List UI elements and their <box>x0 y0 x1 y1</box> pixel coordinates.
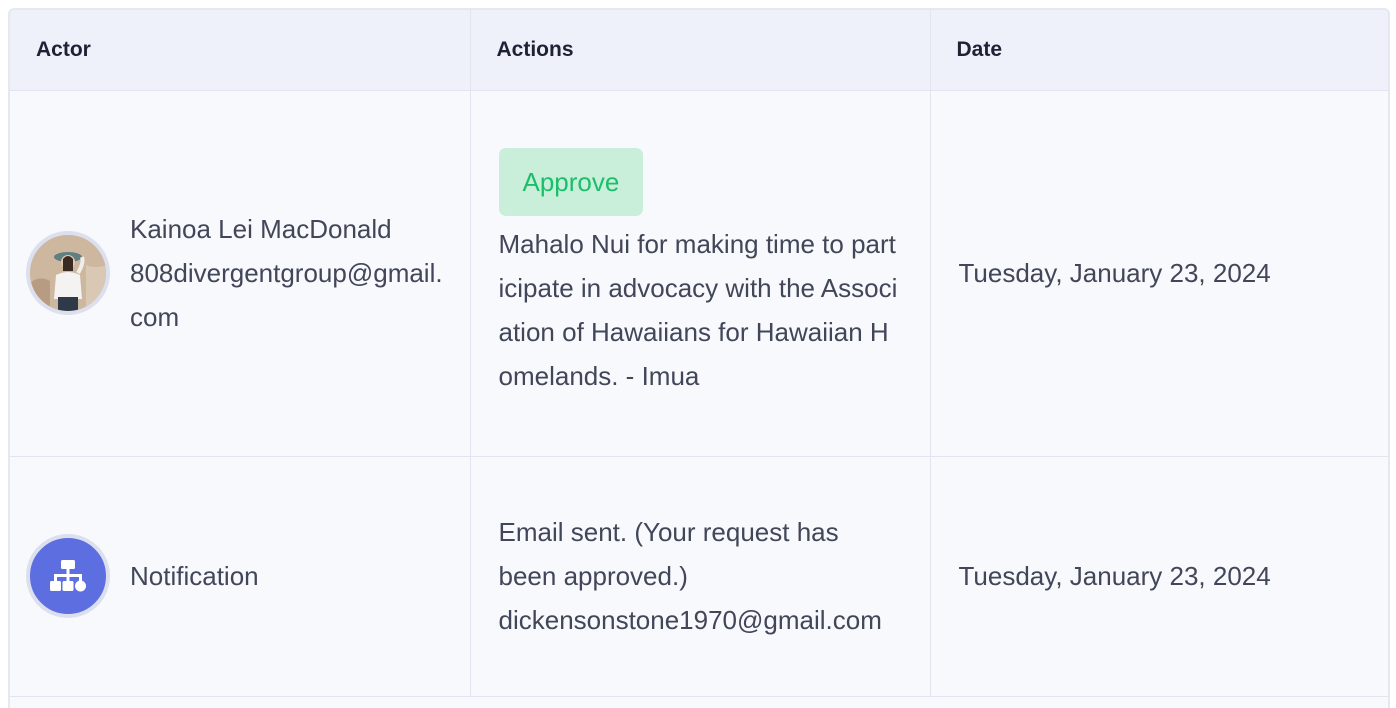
column-header-actor: Actor <box>10 10 471 91</box>
action-message: Mahalo Nui for making time to participat… <box>498 229 898 391</box>
activity-table: Actor Actions Date Kainoa Lei MacDonald … <box>10 10 1388 697</box>
approve-badge[interactable]: Approve <box>498 148 644 216</box>
avatar <box>26 534 110 618</box>
actions-cell: Approve Mahalo Nui for making time to pa… <box>470 90 931 457</box>
actions-cell: Email sent. (Your request has been appro… <box>470 456 931 697</box>
table-header: Actor Actions Date <box>10 10 1388 91</box>
table-row: Kainoa Lei MacDonald 808divergentgroup@g… <box>10 90 1388 457</box>
actor: Notification <box>10 534 470 618</box>
action-message: Email sent. (Your request has been appro… <box>498 517 839 591</box>
sitemap-icon <box>50 560 86 592</box>
actor-cell: Kainoa Lei MacDonald 808divergentgroup@g… <box>10 90 471 457</box>
column-header-date: Date <box>930 10 1388 91</box>
recipient-email: dickensonstone1970@gmail.com <box>498 605 882 635</box>
user-photo-avatar-icon <box>30 235 106 311</box>
activity-table-container: Actor Actions Date Kainoa Lei MacDonald … <box>8 8 1390 708</box>
avatar <box>26 231 110 315</box>
column-header-actions: Actions <box>470 10 931 91</box>
table-row: Notification Email sent. (Your request h… <box>10 456 1388 697</box>
actor: Kainoa Lei MacDonald 808divergentgroup@g… <box>10 207 470 339</box>
actor-name: Notification <box>130 561 259 591</box>
actor-name: Kainoa Lei MacDonald <box>130 214 392 244</box>
actor-email: 808divergentgroup@gmail.com <box>130 258 443 332</box>
actor-cell: Notification <box>10 456 471 697</box>
header-row: Actor Actions Date <box>10 10 1388 91</box>
date-cell: Tuesday, January 23, 2024 <box>930 456 1388 697</box>
date-cell: Tuesday, January 23, 2024 <box>930 90 1388 457</box>
